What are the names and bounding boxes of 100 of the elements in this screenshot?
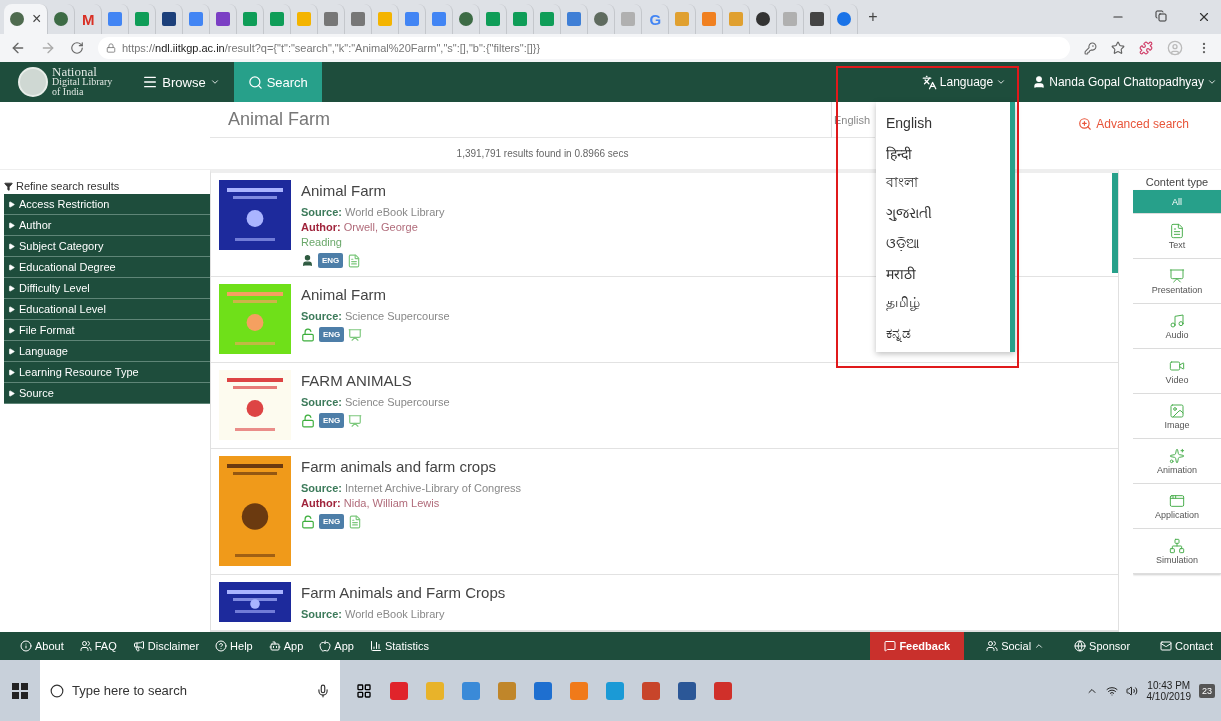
result-title[interactable]: Animal Farm: [301, 286, 450, 303]
menu-icon: [142, 74, 159, 90]
content-type-tab[interactable]: Presentation: [1133, 259, 1221, 304]
result-source: Source: World eBook Library: [301, 608, 446, 620]
image-icon: [1169, 402, 1185, 419]
triangle-icon: [8, 221, 15, 229]
language-option[interactable]: हिन्दी: [876, 138, 1010, 168]
network-icon[interactable]: [1106, 684, 1119, 697]
caret-icon: [209, 77, 220, 87]
favicon: M: [81, 10, 96, 28]
browser-tab[interactable]: ×: [4, 4, 49, 34]
language-menu[interactable]: Language: [921, 74, 1007, 90]
star-icon[interactable]: [1111, 41, 1125, 55]
footer-link[interactable]: About: [12, 632, 72, 660]
result-title[interactable]: Farm animals and farm crops: [301, 458, 522, 475]
language-badge: ENG: [318, 253, 344, 268]
restore-icon[interactable]: [1155, 10, 1167, 22]
language-option[interactable]: ಕನ್ನಡ: [876, 318, 1010, 348]
scrollbar-thumb[interactable]: [1112, 173, 1118, 273]
language-option[interactable]: বাংলা: [876, 168, 1010, 198]
taskbar-app-icon[interactable]: [606, 681, 624, 700]
footer-link[interactable]: Contact: [1152, 632, 1221, 660]
language-option[interactable]: ગુજરાતી: [876, 198, 1010, 228]
content-type-tab[interactable]: Simulation: [1133, 529, 1221, 574]
site-logo[interactable]: National Digital Library of India: [0, 62, 129, 102]
user-menu[interactable]: Nanda Gopal Chattopadhyay: [1032, 75, 1217, 89]
filter-item[interactable]: Subject Category: [4, 236, 210, 257]
filter-item[interactable]: Author: [4, 215, 210, 236]
clock[interactable]: 10:43 PM 4/10/2019: [1146, 679, 1191, 702]
network-icon: [1169, 537, 1185, 554]
presentation-icon: [1169, 267, 1185, 284]
result-source: Source: Science Supercourse: [301, 396, 450, 408]
address-field[interactable]: https://ndl.iitkgp.ac.in/result?q={"t":"search","k":"Animal%20Farm","s":[],"b":{"filters":[]}}: [98, 37, 1070, 59]
caret-icon: [996, 77, 1007, 87]
extension-icon[interactable]: [1139, 41, 1153, 55]
notification-badge[interactable]: 23: [1199, 683, 1215, 698]
footer-link[interactable]: App: [260, 632, 312, 660]
open-lock-icon: [301, 413, 315, 428]
back-icon[interactable]: [10, 40, 26, 56]
search-field[interactable]: Animal Farm: [210, 109, 831, 130]
footer-link[interactable]: Sponsor: [1066, 632, 1139, 660]
nav-tab[interactable]: Browse: [128, 62, 234, 102]
close-icon[interactable]: [1197, 10, 1211, 24]
filter-item[interactable]: Source: [4, 383, 210, 404]
filter-item[interactable]: Difficulty Level: [4, 278, 210, 299]
footer-link[interactable]: App: [311, 632, 362, 660]
task-view-icon[interactable]: [356, 682, 372, 699]
feedback-button[interactable]: Feedback: [870, 632, 965, 660]
app-window-icon: [1169, 492, 1185, 509]
translate-icon: [921, 74, 937, 90]
taskbar-app-icon[interactable]: [534, 681, 552, 700]
taskbar-app-icon[interactable]: [462, 681, 480, 700]
reload-icon[interactable]: [70, 41, 84, 55]
profile-icon[interactable]: [1167, 40, 1183, 56]
speaker-icon[interactable]: [1126, 684, 1139, 697]
content-type-tab[interactable]: Text: [1133, 214, 1221, 259]
filter-item[interactable]: Learning Resource Type: [4, 362, 210, 383]
result-author: Author: Orwell, George: [301, 221, 419, 233]
filter-item[interactable]: Educational Level: [4, 299, 210, 320]
result-title[interactable]: Animal Farm: [301, 182, 445, 199]
footer-link[interactable]: Disclaimer: [124, 632, 208, 660]
language-option[interactable]: ଓଡ଼ିଆ: [876, 228, 1010, 258]
content-type-tab[interactable]: Animation: [1133, 439, 1221, 484]
advanced-search-link[interactable]: Advanced search: [1078, 116, 1189, 132]
filter-item[interactable]: Access Restriction: [4, 194, 210, 215]
result-title[interactable]: Farm Animals and Farm Crops: [301, 584, 506, 601]
footer-link[interactable]: Social: [978, 632, 1053, 660]
new-tab-button[interactable]: +: [868, 8, 878, 26]
content-type-tab[interactable]: Image: [1133, 394, 1221, 439]
caret-icon: [1207, 77, 1217, 87]
help-icon: [215, 640, 228, 652]
triangle-icon: [8, 389, 15, 397]
people-icon: [79, 640, 92, 652]
footer-link[interactable]: Help: [207, 632, 261, 660]
content-type-tab[interactable]: Audio: [1133, 304, 1221, 349]
content-type-title: Content type: [1144, 176, 1210, 188]
taskbar-app-icon[interactable]: [498, 681, 516, 700]
language-option[interactable]: தமிழ்: [876, 288, 1010, 318]
language-badge: ENG: [319, 514, 345, 529]
footer-link[interactable]: Statistics: [361, 632, 437, 660]
result-title[interactable]: FARM ANIMALS: [301, 372, 450, 389]
content-type-tab[interactable]: Application: [1133, 484, 1221, 529]
filter-item[interactable]: Educational Degree: [4, 257, 210, 278]
close-tab-button[interactable]: ×: [32, 10, 42, 28]
taskbar-app-icon[interactable]: [678, 681, 696, 700]
content-type-tab[interactable]: Video: [1133, 349, 1221, 394]
taskbar-app-icon[interactable]: [390, 681, 408, 700]
taskbar-search-field[interactable]: Type here to search: [40, 660, 340, 721]
document-icon: [347, 253, 362, 268]
taskbar-app-icon[interactable]: [714, 681, 732, 700]
open-lock-icon: [301, 514, 315, 529]
language-option[interactable]: मराठी: [876, 258, 1010, 288]
filter-item[interactable]: Language: [4, 341, 210, 362]
forward-icon[interactable]: [40, 40, 56, 56]
key-icon[interactable]: [1084, 41, 1097, 55]
taskbar-app-icon[interactable]: [642, 681, 660, 700]
filter-item[interactable]: File Format: [4, 320, 210, 341]
triangle-icon: [8, 242, 15, 250]
language-option[interactable]: English: [876, 108, 1010, 138]
footer-link[interactable]: FAQ: [71, 632, 125, 660]
